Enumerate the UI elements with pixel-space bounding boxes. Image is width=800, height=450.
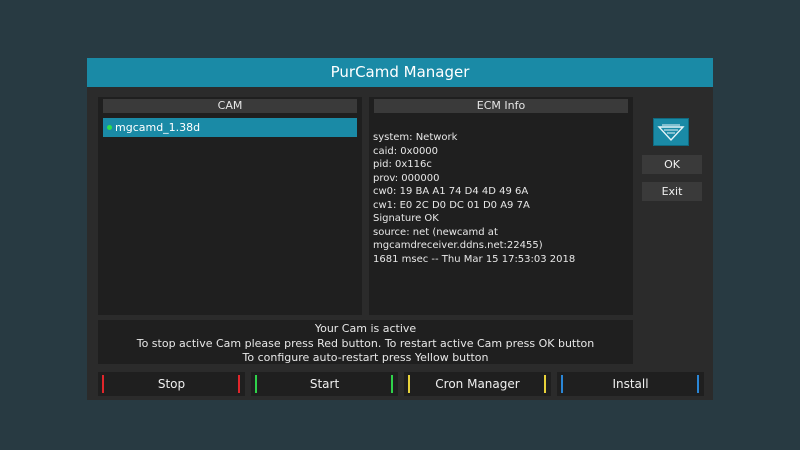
- red-key-marker-right: [238, 375, 240, 393]
- ecm-line-system: system: Network: [373, 132, 458, 143]
- cam-panel: CAM mgcamd_1.38d: [98, 97, 362, 315]
- stop-button-label: Stop: [157, 377, 186, 391]
- cron-manager-button-label: Cron Manager: [435, 377, 520, 391]
- ok-button[interactable]: OK: [642, 155, 702, 174]
- ecm-line-cw0: cw0: 19 BA A1 74 D4 4D 49 6A: [373, 186, 529, 197]
- blue-key-marker-right: [697, 375, 699, 393]
- status-line-auto-restart: To configure auto-restart press Yellow b…: [242, 351, 489, 364]
- logo-graphic: [657, 124, 685, 142]
- ecm-line-prov: prov: 000000: [373, 172, 440, 184]
- green-key-marker-left: [255, 375, 257, 393]
- ecm-info-panel: ECM Info system: Network caid: 0x0000 pi…: [369, 97, 633, 315]
- cam-list-item[interactable]: mgcamd_1.38d: [103, 118, 357, 137]
- purcamd-logo-icon[interactable]: [653, 118, 689, 146]
- window-title: PurCamd Manager: [87, 58, 713, 87]
- purcamd-manager-window: PurCamd Manager CAM mgcamd_1.38d ECM Inf…: [87, 58, 713, 400]
- start-button[interactable]: Start: [251, 372, 398, 396]
- ecm-line-source-host: mgcamdreceiver.ddns.net:22455): [373, 240, 543, 251]
- install-button[interactable]: Install: [557, 372, 704, 396]
- stop-button[interactable]: Stop: [98, 372, 245, 396]
- yellow-key-marker-left: [408, 375, 410, 393]
- ecm-info-text: system: Network caid: 0x0000 pid: 0x116c…: [373, 131, 631, 266]
- active-status-dot-icon: [107, 125, 112, 130]
- cam-name-label: mgcamd_1.38d: [115, 121, 201, 134]
- ecm-panel-header: ECM Info: [374, 99, 628, 113]
- status-line-active: Your Cam is active: [314, 322, 417, 335]
- status-line-stop-restart: To stop active Cam please press Red butt…: [136, 336, 595, 350]
- ecm-line-source: source: net (newcamd at: [373, 226, 498, 238]
- ecm-line-timing: 1681 msec -- Thu Mar 15 17:53:03 2018: [373, 253, 576, 265]
- ecm-line-cw1: cw1: E0 2C D0 DC 01 D0 A9 7A: [373, 199, 530, 211]
- cam-panel-header: CAM: [103, 99, 357, 113]
- exit-button[interactable]: Exit: [642, 182, 702, 201]
- status-message-panel: Your Cam is active To stop active Cam pl…: [98, 320, 633, 364]
- ecm-line-pid: pid: 0x116c: [373, 159, 432, 170]
- blue-key-marker-left: [561, 375, 563, 393]
- start-button-label: Start: [309, 377, 340, 391]
- green-key-marker-right: [391, 375, 393, 393]
- install-button-label: Install: [612, 377, 649, 391]
- red-key-marker-left: [102, 375, 104, 393]
- ecm-line-caid: caid: 0x0000: [373, 145, 439, 157]
- ecm-line-signature: Signature OK: [373, 213, 439, 224]
- yellow-key-marker-right: [544, 375, 546, 393]
- cron-manager-button[interactable]: Cron Manager: [404, 372, 551, 396]
